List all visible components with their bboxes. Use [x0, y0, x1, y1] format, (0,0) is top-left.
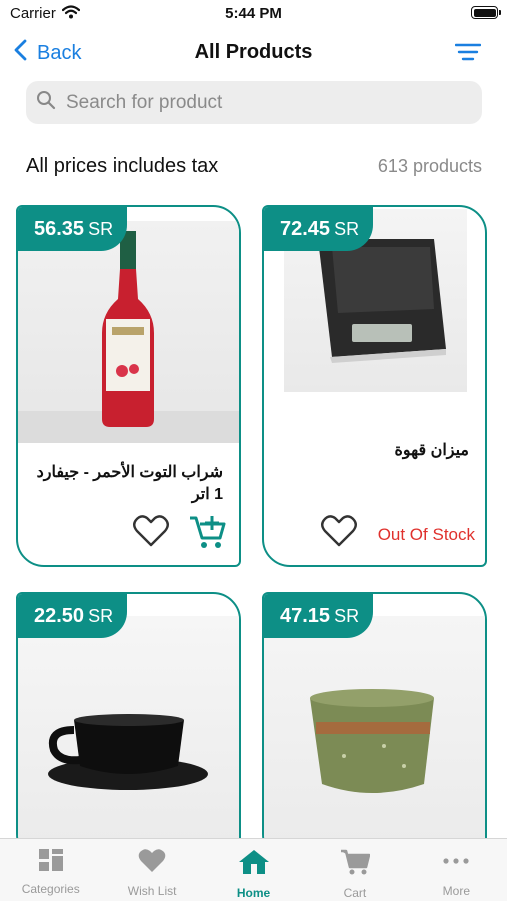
search-bar	[26, 81, 482, 124]
price-badge: 47.15 SR	[264, 594, 374, 638]
search-icon	[36, 90, 56, 115]
filter-button[interactable]	[454, 43, 482, 66]
tab-label: Cart	[343, 886, 367, 900]
tab-cart[interactable]: Cart	[304, 839, 405, 901]
grid-icon	[38, 849, 63, 876]
wishlist-button[interactable]	[320, 514, 358, 553]
product-name: شراب التوت الأحمر - جيفارد 1 اتر	[36, 464, 223, 503]
price-currency: SR	[334, 605, 360, 626]
wishlist-button[interactable]	[132, 514, 170, 553]
price-currency: SR	[88, 605, 114, 626]
price-amount: 56.35	[34, 217, 85, 240]
listing-info: All prices includes tax 613 products	[26, 155, 482, 178]
tab-home[interactable]: Home	[203, 839, 304, 901]
cart-icon	[340, 849, 371, 880]
clock: 5:44 PM	[225, 5, 282, 22]
heart-outline-icon	[132, 515, 170, 552]
tab-wishlist[interactable]: Wish List	[101, 839, 202, 901]
price-amount: 22.50	[34, 604, 85, 627]
price-amount: 72.45	[280, 217, 331, 240]
tab-bar: Categories Wish List Home Cart More	[0, 838, 507, 901]
price-currency: SR	[88, 218, 114, 239]
filter-lines-icon	[454, 43, 482, 65]
product-image	[264, 616, 485, 842]
heart-icon	[138, 849, 166, 878]
product-image	[18, 221, 239, 443]
price-badge: 56.35 SR	[18, 207, 128, 251]
tax-note: All prices includes tax	[26, 155, 219, 177]
tab-label: More	[442, 884, 470, 898]
product-card[interactable]: 72.45 SR ميزان قهوة Out Of Stock	[262, 205, 487, 567]
product-card[interactable]: 22.50 SR	[16, 592, 241, 862]
navigation-bar: Back All Products	[0, 30, 507, 74]
cart-plus-icon	[188, 516, 228, 556]
more-dots-icon	[442, 849, 470, 878]
add-to-cart-button[interactable]	[188, 512, 228, 557]
tab-label: Categories	[21, 882, 80, 896]
product-card[interactable]: 47.15 SR	[262, 592, 487, 862]
product-card[interactable]: 56.35 SR شراب التوت الأحمر - جيفارد 1 ات…	[16, 205, 241, 567]
status-bar: Carrier 5:44 PM	[0, 0, 507, 28]
battery-icon	[471, 6, 501, 19]
tab-categories[interactable]: Categories	[0, 839, 101, 901]
product-count: 613 products	[377, 156, 482, 176]
price-badge: 72.45 SR	[264, 207, 374, 251]
tab-label: Home	[236, 886, 271, 900]
price-currency: SR	[334, 218, 360, 239]
price-badge: 22.50 SR	[18, 594, 128, 638]
price-amount: 47.15	[280, 604, 331, 627]
search-input[interactable]	[64, 90, 468, 115]
home-icon	[238, 849, 270, 880]
tab-more[interactable]: More	[406, 839, 507, 901]
product-name: ميزان قهوة	[394, 442, 469, 459]
out-of-stock-label: Out Of Stock	[377, 525, 475, 544]
tab-label: Wish List	[127, 884, 177, 898]
product-image	[18, 616, 239, 842]
heart-outline-icon	[320, 515, 358, 552]
page-title: All Products	[194, 41, 313, 63]
